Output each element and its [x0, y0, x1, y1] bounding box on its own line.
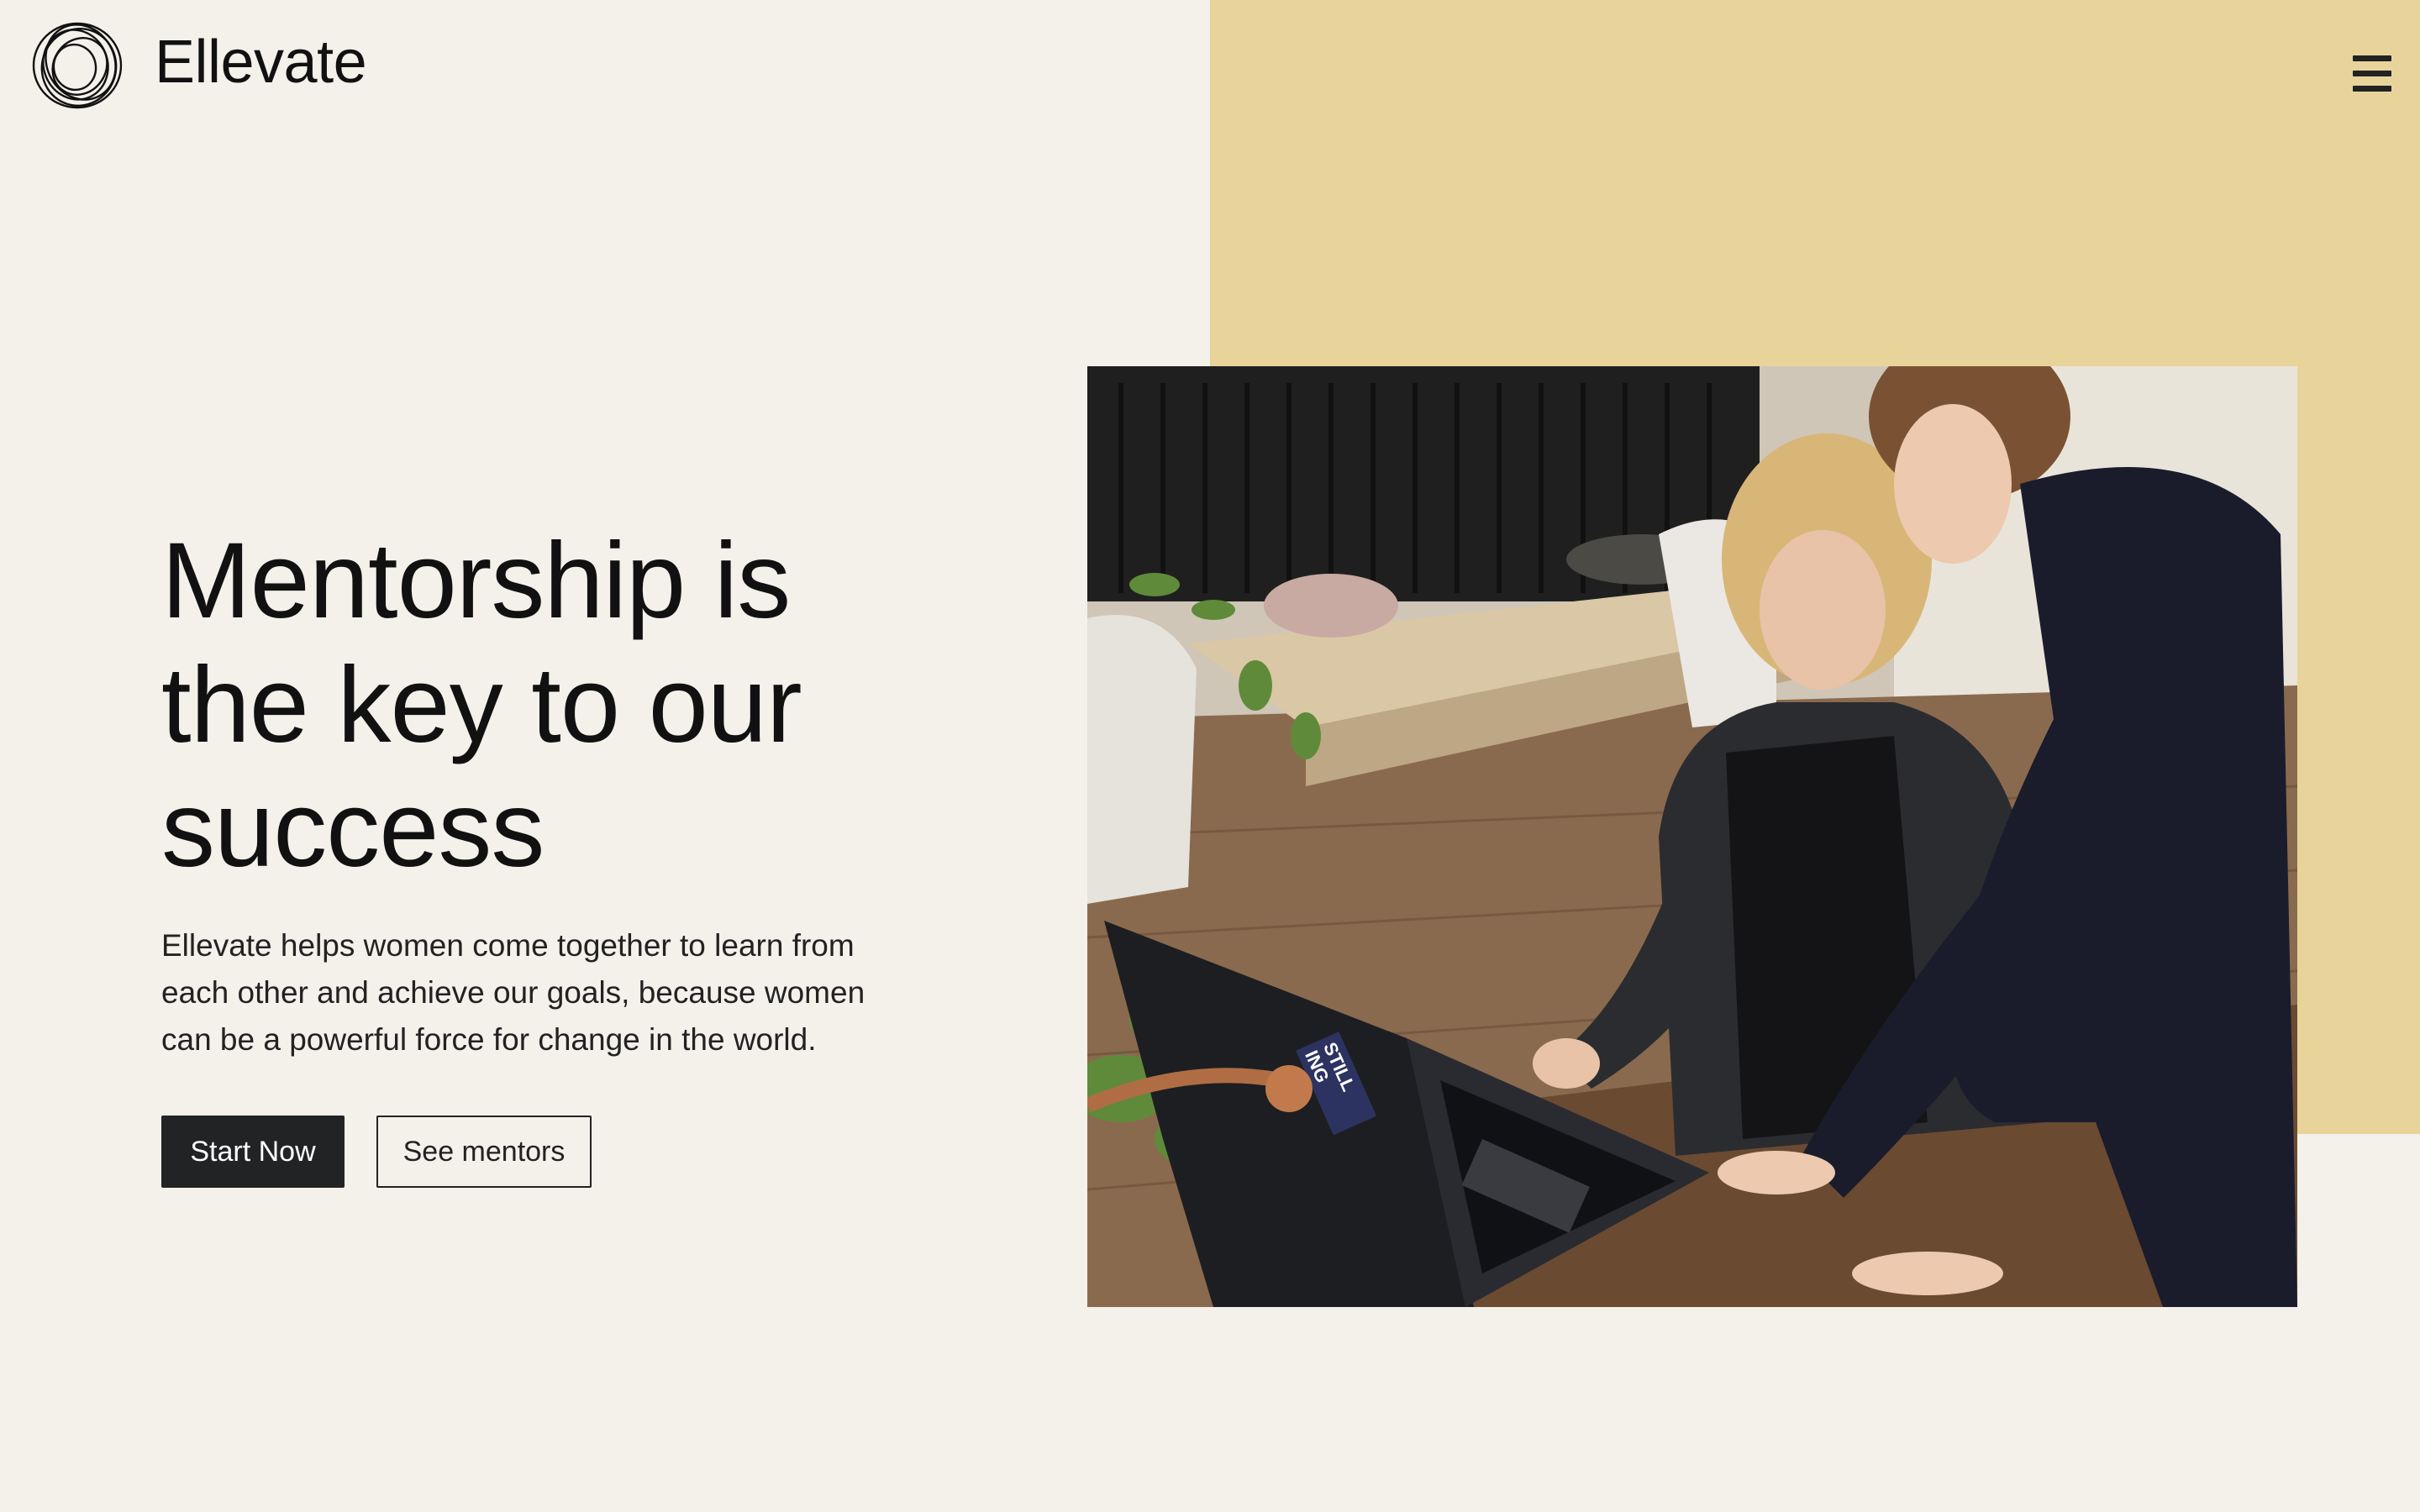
hero-description: Ellevate helps women come together to le…	[161, 928, 865, 1057]
hero-headline: Mentorship is the key to our success	[161, 521, 802, 890]
see-mentors-button[interactable]: See mentors	[376, 1116, 592, 1188]
hamburger-menu-icon[interactable]	[2353, 55, 2391, 92]
hero-photo: STILL ING	[1087, 366, 2297, 1307]
start-now-button[interactable]: Start Now	[161, 1116, 345, 1188]
scribble-circle-logo-icon[interactable]	[29, 18, 126, 113]
brand-name[interactable]: Ellevate	[155, 24, 367, 101]
